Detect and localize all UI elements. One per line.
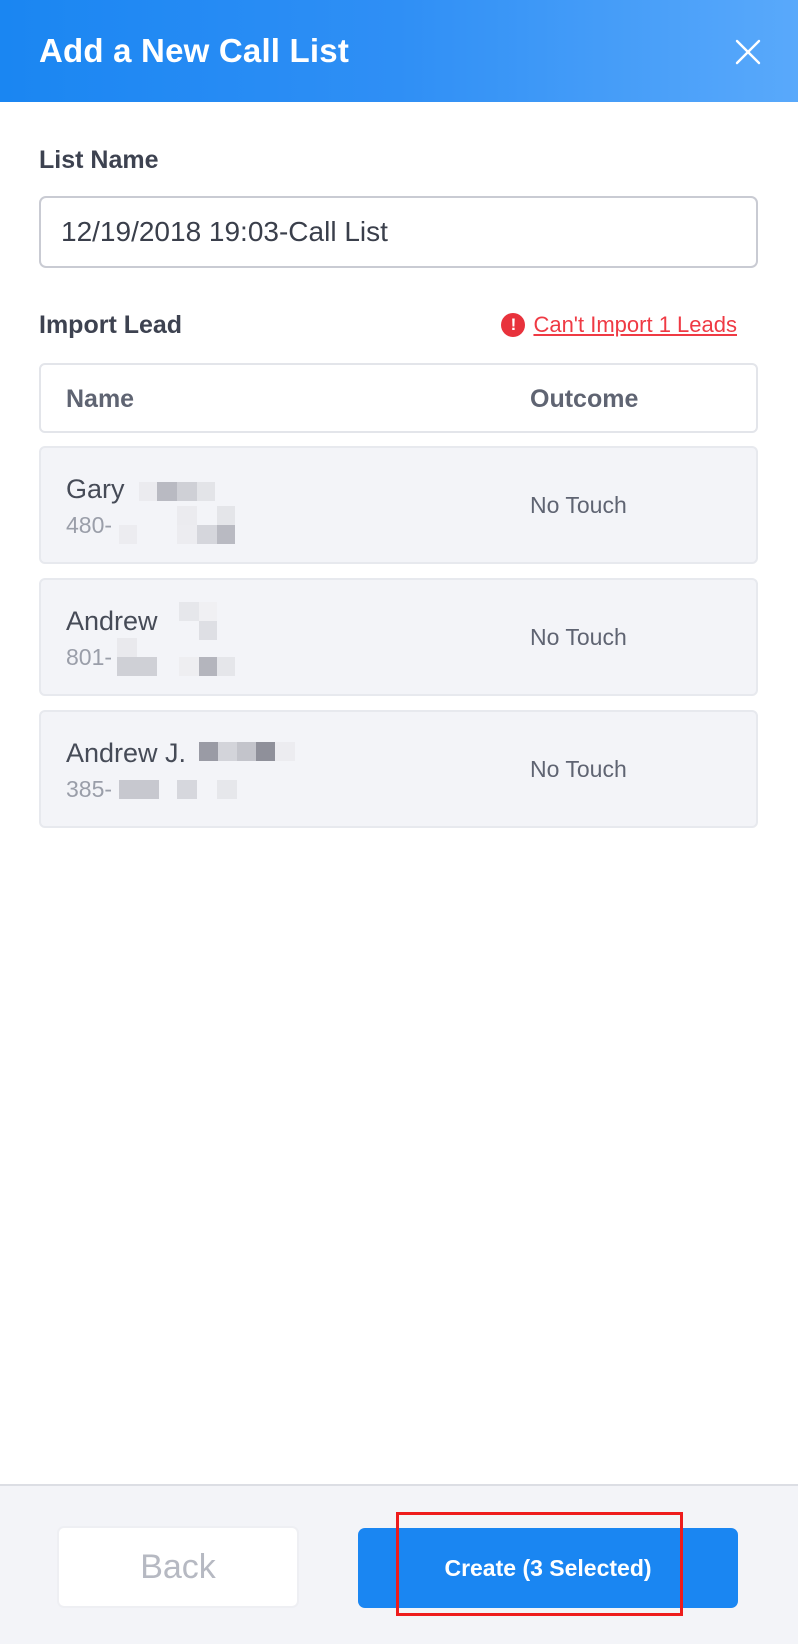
import-warning: ! Can't Import 1 Leads	[501, 312, 737, 338]
lead-phone: 801-	[66, 644, 113, 670]
close-icon	[735, 39, 761, 65]
column-header-outcome: Outcome	[530, 385, 639, 413]
back-button[interactable]: Back	[57, 1526, 299, 1608]
cant-import-link[interactable]: Can't Import 1 Leads	[533, 312, 737, 338]
table-row[interactable]: Andrew J. 385- No Touch	[39, 710, 758, 828]
modal-footer: Back Create (3 Selected)	[0, 1484, 798, 1644]
table-row[interactable]: Andrew 801- No Touch	[39, 578, 758, 696]
lead-phone: 480-	[66, 512, 113, 538]
lead-name: Gary	[66, 474, 125, 504]
lead-phone: 385-	[66, 776, 113, 802]
list-name-input[interactable]	[39, 196, 758, 268]
modal-header: Add a New Call List	[0, 0, 798, 102]
create-button[interactable]: Create (3 Selected)	[358, 1528, 738, 1608]
column-header-name: Name	[66, 385, 135, 413]
table-row[interactable]: Gary 480- No Touch	[39, 446, 758, 564]
lead-outcome: No Touch	[530, 492, 627, 518]
lead-name: Andrew	[66, 606, 158, 636]
list-name-label: List Name	[39, 146, 159, 174]
lead-outcome: No Touch	[530, 624, 627, 650]
table-header: Name Outcome	[39, 363, 758, 433]
lead-outcome: No Touch	[530, 756, 627, 782]
modal-title: Add a New Call List	[39, 32, 350, 69]
lead-name: Andrew J.	[66, 738, 187, 768]
import-lead-label: Import Lead	[39, 311, 183, 339]
close-button[interactable]	[728, 32, 768, 72]
error-icon: !	[501, 313, 526, 337]
